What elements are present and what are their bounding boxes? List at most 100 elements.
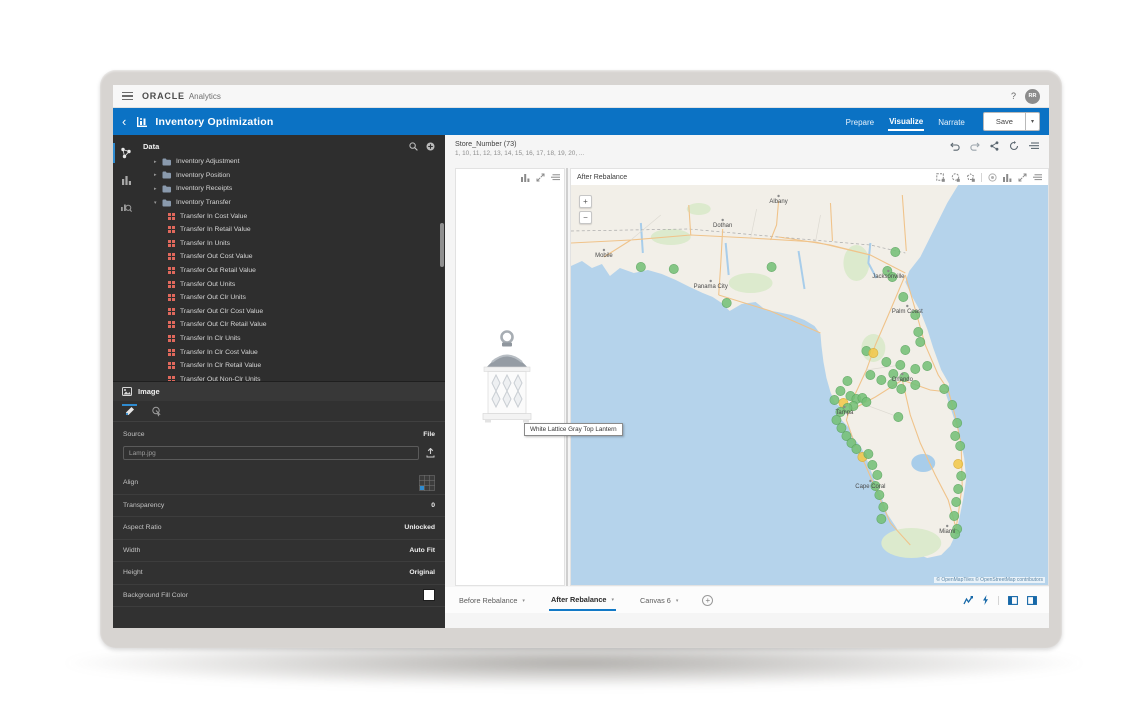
store-dot[interactable]	[882, 357, 891, 366]
add-canvas-button[interactable]: +	[702, 595, 713, 606]
search-icon[interactable]	[409, 142, 418, 151]
tree-expand-caret-icon[interactable]: ▸	[154, 159, 160, 165]
store-dot[interactable]	[951, 431, 960, 440]
save-dropdown-caret[interactable]: ▾	[1026, 112, 1040, 131]
filter-bar[interactable]: Store_Number (73) 1, 10, 11, 12, 13, 14,…	[455, 139, 584, 157]
tree-item-inventory-receipts[interactable]: ▸Inventory Receipts	[113, 182, 439, 196]
store-dot[interactable]	[923, 361, 932, 370]
viz-menu-icon[interactable]	[551, 174, 560, 181]
panel-divider[interactable]	[566, 168, 568, 586]
background-color-swatch[interactable]	[423, 589, 435, 601]
prop-value[interactable]: Auto Fit	[409, 547, 435, 554]
undo-icon[interactable]	[950, 142, 960, 151]
store-dot[interactable]	[879, 502, 888, 511]
store-dot[interactable]	[877, 514, 886, 523]
store-dot[interactable]	[948, 400, 957, 409]
marquee-select-icon[interactable]	[936, 173, 945, 182]
tree-item-transfer-in-retail-value[interactable]: Transfer In Retail Value	[113, 223, 439, 237]
save-button[interactable]: Save	[983, 112, 1026, 131]
target-layer-icon[interactable]	[988, 173, 997, 182]
tree-item-transfer-in-clr-cost-value[interactable]: Transfer In Clr Cost Value	[113, 345, 439, 359]
store-dot[interactable]	[894, 412, 903, 421]
store-dot[interactable]	[901, 345, 910, 354]
lightning-icon[interactable]	[982, 595, 989, 605]
add-data-icon[interactable]	[426, 142, 435, 151]
help-icon[interactable]: ?	[1011, 91, 1016, 101]
store-dot[interactable]	[940, 384, 949, 393]
tab-narrate[interactable]: Narrate	[937, 114, 966, 130]
align-grid-control[interactable]	[419, 475, 435, 491]
panel-left-toggle-icon[interactable]	[1008, 596, 1018, 605]
store-dot[interactable]	[950, 511, 959, 520]
store-dot[interactable]	[832, 415, 841, 424]
store-dot[interactable]	[891, 247, 900, 256]
tab-caret-icon[interactable]: ▾	[522, 598, 525, 604]
redo-icon[interactable]	[970, 142, 980, 151]
store-dot[interactable]	[868, 460, 877, 469]
zoom-in-button[interactable]: +	[579, 195, 592, 208]
tree-item-transfer-out-units[interactable]: Transfer Out Units	[113, 277, 439, 291]
store-dot[interactable]	[873, 470, 882, 479]
tree-expand-caret-icon[interactable]: ▸	[154, 186, 160, 192]
store-dot[interactable]	[862, 397, 871, 406]
map-viz-type-icon[interactable]	[1003, 173, 1012, 182]
maximize-icon[interactable]	[536, 173, 545, 182]
store-dot[interactable]	[866, 370, 875, 379]
map-maximize-icon[interactable]	[1018, 173, 1027, 182]
store-dot[interactable]	[875, 490, 884, 499]
panel-right-toggle-icon[interactable]	[1027, 596, 1037, 605]
store-dot[interactable]	[843, 376, 852, 385]
store-dot[interactable]	[897, 384, 906, 393]
refresh-icon[interactable]	[1009, 141, 1019, 151]
store-dot[interactable]	[877, 375, 886, 384]
store-dot[interactable]	[836, 386, 845, 395]
filter-name[interactable]: Store_Number (73)	[455, 139, 584, 148]
tab-canvas-6[interactable]: Canvas 6 ▾	[638, 590, 680, 610]
map-viz-panel[interactable]: After Rebalance	[570, 168, 1049, 586]
store-dot-warning[interactable]	[954, 459, 963, 468]
tree-item-transfer-out-clr-retail-value[interactable]: Transfer Out Clr Retail Value	[113, 318, 439, 332]
tree-item-transfer-out-clr-cost-value[interactable]: Transfer Out Clr Cost Value	[113, 305, 439, 319]
tab-caret-icon[interactable]: ▾	[676, 598, 679, 604]
florida-map[interactable]: AlbanyDothanMobilePanama CityJacksonvill…	[571, 185, 1048, 585]
tree-expand-caret-icon[interactable]: ▸	[154, 172, 160, 178]
store-dot[interactable]	[916, 337, 925, 346]
store-dot[interactable]	[953, 418, 962, 427]
store-dot[interactable]	[669, 264, 678, 273]
map-menu-icon[interactable]	[1033, 174, 1042, 181]
tree-item-inventory-position[interactable]: ▸Inventory Position	[113, 169, 439, 183]
store-dot[interactable]	[956, 441, 965, 450]
map-canvas[interactable]: AlbanyDothanMobilePanama CityJacksonvill…	[571, 185, 1048, 585]
prop-value[interactable]: Unlocked	[404, 524, 435, 531]
tree-item-transfer-out-retail-value[interactable]: Transfer Out Retail Value	[113, 264, 439, 278]
tree-item-transfer-in-clr-units[interactable]: Transfer In Clr Units	[113, 332, 439, 346]
tree-item-transfer-out-cost-value[interactable]: Transfer Out Cost Value	[113, 250, 439, 264]
tree-item-transfer-in-units[interactable]: Transfer In Units	[113, 237, 439, 251]
zoom-out-button[interactable]: −	[579, 211, 592, 224]
tab-visualize[interactable]: Visualize	[888, 113, 924, 131]
hamburger-menu-icon[interactable]	[122, 92, 133, 101]
share-icon[interactable]	[990, 141, 999, 151]
interaction-tab-icon[interactable]	[149, 404, 164, 420]
polygon-select-icon[interactable]	[966, 173, 975, 182]
store-dot[interactable]	[830, 395, 839, 404]
store-dot[interactable]	[837, 423, 846, 432]
auto-insights-icon[interactable]	[963, 596, 973, 605]
lantern-image[interactable]	[478, 329, 536, 427]
canvas-menu-icon[interactable]	[1029, 142, 1039, 150]
lasso-select-icon[interactable]	[951, 173, 960, 182]
tree-expand-caret-icon[interactable]: ▾	[154, 200, 160, 206]
tree-scrollbar[interactable]	[440, 223, 444, 267]
tree-item-transfer-out-non-clr-units[interactable]: Transfer Out Non-Clr Units	[113, 373, 439, 382]
tab-prepare[interactable]: Prepare	[845, 114, 875, 130]
tree-item-transfer-in-cost-value[interactable]: Transfer In Cost Value	[113, 209, 439, 223]
store-dot[interactable]	[896, 360, 905, 369]
avatar[interactable]: RR	[1025, 89, 1040, 104]
store-dot[interactable]	[852, 444, 861, 453]
tree-item-transfer-out-clr-units[interactable]: Transfer Out Clr Units	[113, 291, 439, 305]
tab-before-rebalance[interactable]: Before Rebalance ▾	[457, 590, 527, 610]
store-dot[interactable]	[899, 292, 908, 301]
map-attribution[interactable]: © OpenMapTiles © OpenStreetMap contribut…	[934, 577, 1045, 583]
style-tab-icon[interactable]	[122, 404, 137, 420]
upload-icon[interactable]	[426, 448, 435, 458]
